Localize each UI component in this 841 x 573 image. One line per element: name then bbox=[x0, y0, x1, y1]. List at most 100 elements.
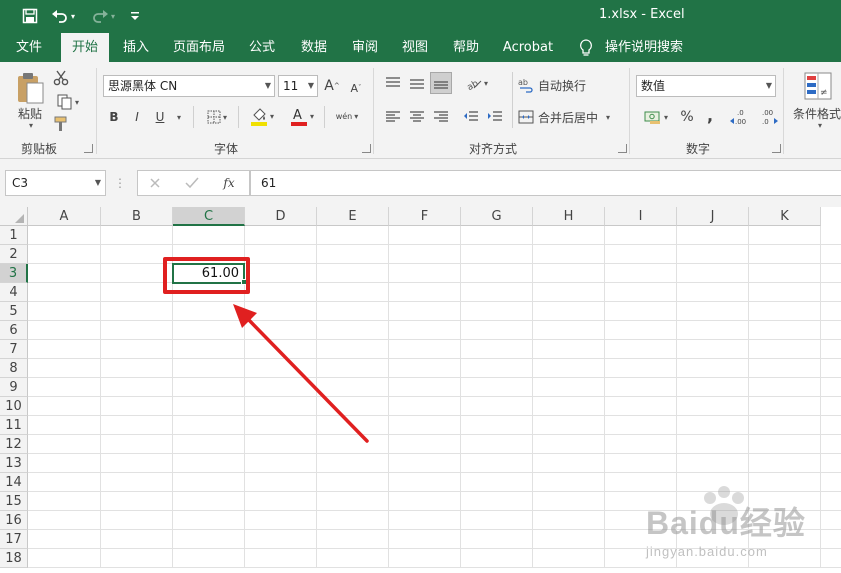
row-header-14[interactable]: 14 bbox=[0, 473, 28, 492]
row-header-6[interactable]: 6 bbox=[0, 321, 28, 340]
increase-font-icon[interactable]: A ^ bbox=[322, 75, 342, 97]
row-header-9[interactable]: 9 bbox=[0, 378, 28, 397]
orientation-icon[interactable]: ab ▾ bbox=[460, 72, 494, 94]
save-icon[interactable] bbox=[20, 6, 40, 26]
column-header-g[interactable]: G bbox=[461, 207, 533, 226]
column-header-a[interactable]: A bbox=[28, 207, 101, 226]
column-header-d[interactable]: D bbox=[245, 207, 317, 226]
column-header-h[interactable]: H bbox=[533, 207, 605, 226]
tab-review[interactable]: 审阅 bbox=[345, 33, 385, 62]
align-center-icon[interactable] bbox=[406, 106, 428, 128]
insert-function-icon[interactable]: fx bbox=[218, 174, 240, 192]
row-header-7[interactable]: 7 bbox=[0, 340, 28, 359]
increase-decimal-icon[interactable]: .0.00 bbox=[728, 106, 752, 128]
row-header-18[interactable]: 18 bbox=[0, 549, 28, 568]
conditional-formatting-dropdown-icon[interactable]: ▾ bbox=[812, 120, 826, 130]
number-launcher-icon[interactable] bbox=[772, 144, 781, 153]
bold-button[interactable]: B bbox=[106, 106, 122, 128]
column-header-b[interactable]: B bbox=[101, 207, 173, 226]
formula-input[interactable]: 61 bbox=[250, 170, 841, 196]
tab-formulas[interactable]: 公式 bbox=[242, 33, 282, 62]
italic-button[interactable]: I bbox=[129, 106, 145, 128]
copy-icon[interactable]: ▾ bbox=[50, 92, 86, 112]
align-right-icon[interactable] bbox=[430, 106, 452, 128]
enter-icon[interactable] bbox=[182, 174, 202, 192]
row-header-3[interactable]: 3 bbox=[0, 264, 28, 283]
row-header-2[interactable]: 2 bbox=[0, 245, 28, 264]
align-top-icon[interactable] bbox=[382, 72, 404, 94]
underline-dropdown-icon[interactable]: ▾ bbox=[172, 106, 184, 128]
number-format-select[interactable]: 数值 ▼ bbox=[636, 75, 776, 97]
decrease-decimal-icon[interactable]: .00.0 bbox=[756, 106, 780, 128]
clipboard-group-label: 剪贴板 bbox=[21, 142, 58, 156]
accounting-format-icon[interactable]: ▾ bbox=[638, 106, 674, 128]
row-header-13[interactable]: 13 bbox=[0, 454, 28, 473]
phonetic-guide-button[interactable]: wén ▾ bbox=[330, 104, 364, 128]
align-middle-icon[interactable] bbox=[406, 72, 428, 94]
clipboard-launcher-icon[interactable] bbox=[84, 144, 93, 153]
tab-acrobat[interactable]: Acrobat bbox=[498, 33, 558, 62]
column-header-k[interactable]: K bbox=[749, 207, 821, 226]
chevron-down-icon[interactable]: ▼ bbox=[95, 171, 101, 195]
row-header-12[interactable]: 12 bbox=[0, 435, 28, 454]
font-name-select[interactable]: 思源黑体 CN ▼ bbox=[103, 75, 275, 97]
column-header-c[interactable]: C bbox=[173, 207, 245, 226]
tab-view[interactable]: 视图 bbox=[395, 33, 435, 62]
tab-insert[interactable]: 插入 bbox=[116, 33, 156, 62]
decrease-indent-icon[interactable] bbox=[460, 106, 482, 128]
align-left-icon[interactable] bbox=[382, 106, 404, 128]
separator bbox=[324, 106, 325, 128]
font-group-label: 字体 bbox=[214, 142, 239, 156]
customize-qat-icon[interactable] bbox=[128, 6, 142, 26]
undo-icon[interactable]: ▾ bbox=[48, 6, 78, 26]
formula-bar-grip-icon[interactable]: ⋮ bbox=[114, 174, 126, 192]
svg-text:.0: .0 bbox=[762, 118, 769, 126]
fill-color-icon[interactable]: ▾ bbox=[244, 104, 280, 128]
row-header-15[interactable]: 15 bbox=[0, 492, 28, 511]
font-launcher-icon[interactable] bbox=[362, 144, 371, 153]
row-header-16[interactable]: 16 bbox=[0, 511, 28, 530]
underline-button[interactable]: U bbox=[152, 106, 168, 128]
row-header-10[interactable]: 10 bbox=[0, 397, 28, 416]
row-header-5[interactable]: 5 bbox=[0, 302, 28, 321]
tab-data[interactable]: 数据 bbox=[294, 33, 334, 62]
column-header-i[interactable]: I bbox=[605, 207, 677, 226]
row-header-8[interactable]: 8 bbox=[0, 359, 28, 378]
tab-page-layout[interactable]: 页面布局 bbox=[168, 33, 230, 62]
name-box[interactable]: C3 ▼ bbox=[5, 170, 106, 196]
font-color-icon[interactable]: A ▾ bbox=[284, 104, 320, 128]
cancel-icon[interactable] bbox=[145, 174, 165, 192]
row-header-17[interactable]: 17 bbox=[0, 530, 28, 549]
increase-indent-icon[interactable] bbox=[484, 106, 506, 128]
align-bottom-icon[interactable] bbox=[430, 72, 452, 94]
redo-icon[interactable]: ▾ bbox=[88, 6, 118, 26]
format-painter-icon[interactable] bbox=[50, 114, 72, 134]
font-size-select[interactable]: 11 ▼ bbox=[278, 75, 318, 97]
comma-style-button[interactable]: , bbox=[702, 104, 718, 126]
merge-center-button[interactable]: 合并后居中 ▾ bbox=[518, 106, 622, 128]
font-size-value: 11 bbox=[283, 79, 299, 93]
tab-file[interactable]: 文件 bbox=[6, 33, 52, 62]
wrap-text-button[interactable]: ab 自动换行 bbox=[518, 74, 598, 96]
row-header-4[interactable]: 4 bbox=[0, 283, 28, 302]
conditional-formatting-icon[interactable]: ≠ bbox=[801, 70, 835, 102]
tell-me-search[interactable]: 操作说明搜索 bbox=[604, 33, 684, 62]
paste-icon[interactable] bbox=[12, 68, 48, 108]
column-header-e[interactable]: E bbox=[317, 207, 389, 226]
number-group-label: 数字 bbox=[686, 142, 711, 156]
cut-icon[interactable] bbox=[50, 68, 72, 88]
number-format-value: 数值 bbox=[641, 79, 666, 93]
tab-home[interactable]: 开始 bbox=[61, 33, 109, 62]
tab-help[interactable]: 帮助 bbox=[446, 33, 486, 62]
title-bar: ▾ ▾ 1.xlsx - Excel bbox=[0, 0, 841, 33]
select-all-button[interactable] bbox=[0, 207, 28, 226]
decrease-font-icon[interactable]: Aˇ bbox=[346, 77, 366, 99]
row-header-11[interactable]: 11 bbox=[0, 416, 28, 435]
percent-style-button[interactable]: % bbox=[678, 106, 696, 128]
column-header-j[interactable]: J bbox=[677, 207, 749, 226]
paste-dropdown-icon[interactable]: ▾ bbox=[22, 120, 38, 130]
borders-icon[interactable]: ▾ bbox=[199, 106, 235, 128]
row-header-1[interactable]: 1 bbox=[0, 226, 28, 245]
alignment-launcher-icon[interactable] bbox=[618, 144, 627, 153]
column-header-f[interactable]: F bbox=[389, 207, 461, 226]
